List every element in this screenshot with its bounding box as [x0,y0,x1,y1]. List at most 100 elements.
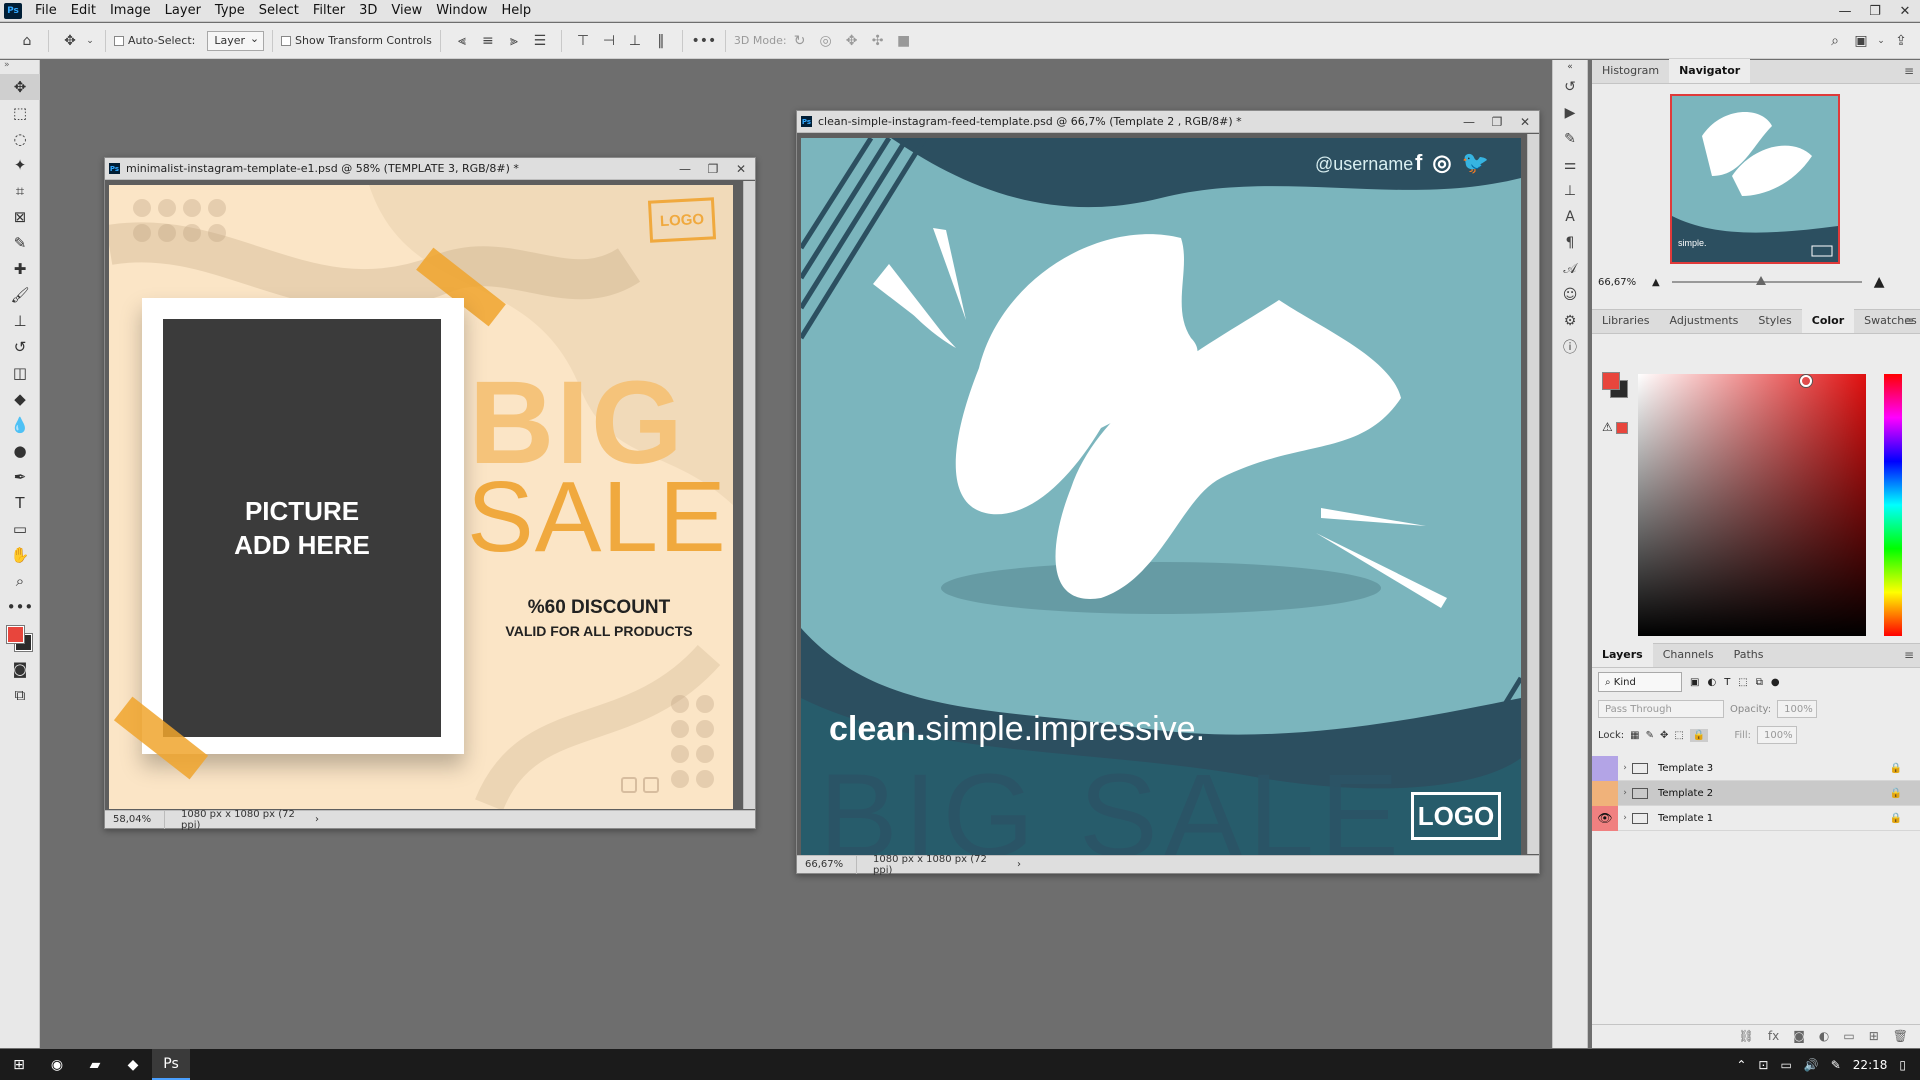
minimize-button[interactable]: — [1830,0,1860,22]
chevron-right-icon[interactable]: › [315,814,319,825]
close-button[interactable]: ✕ [1890,0,1920,22]
align-left-icon[interactable]: ⫷ [451,30,473,52]
photoshop-taskbar-icon[interactable]: Ps [152,1049,190,1080]
properties-icon[interactable]: ⚙ [1553,308,1587,334]
menu-select[interactable]: Select [252,0,306,22]
adjustment-layer-icon[interactable]: ◐ [1819,1029,1829,1043]
screen-mode-icon[interactable]: ⧉ [0,682,40,708]
lock-artboard-icon[interactable]: ⬚ [1674,730,1683,741]
eraser-tool[interactable]: ◫ [0,360,40,386]
chevron-down-icon[interactable]: ⌄ [85,30,95,52]
adjust-icon[interactable]: ⚌ [1553,152,1587,178]
3d-camera-icon[interactable]: ■ [893,30,915,52]
3d-pan-icon[interactable]: ✥ [841,30,863,52]
pen-tool[interactable]: ✒ [0,464,40,490]
menu-view[interactable]: View [384,0,429,22]
move-tool-icon[interactable]: ✥ [59,30,81,52]
filter-kind-dropdown[interactable]: ⌕ Kind [1598,672,1682,692]
fill-field[interactable]: 100% [1757,726,1798,744]
character-icon[interactable]: A [1553,204,1587,230]
align-right-icon[interactable]: ⫸ [503,30,525,52]
tab-layers[interactable]: Layers [1592,643,1653,667]
maximize-button[interactable]: ❐ [699,162,727,176]
filter-pixel-icon[interactable]: ▣ [1690,677,1699,688]
zoom-out-icon[interactable]: ▲ [1652,277,1660,288]
align-top-icon[interactable]: ⊤ [572,30,594,52]
chrome-icon[interactable]: ◉ [38,1049,76,1080]
rectangle-tool[interactable]: ▭ [0,516,40,542]
align-bottom-icon[interactable]: ⊥ [624,30,646,52]
canvas[interactable]: @username f ◎ 🐦 clean.simple.impressive.… [801,138,1521,858]
new-group-icon[interactable]: ▭ [1843,1029,1854,1043]
magic-wand-tool[interactable]: ✦ [0,152,40,178]
glyphs-icon[interactable]: 𝒜 [1553,256,1587,282]
chevron-right-icon[interactable]: › [1618,788,1632,798]
color-field[interactable] [1638,374,1866,636]
blur-tool[interactable]: 💧 [0,412,40,438]
layer-row-template-1[interactable]: 👁 › Template 1 🔒 [1592,805,1920,831]
more-options-icon[interactable]: ••• [692,30,717,52]
align-middle-icon[interactable]: ⊣ [598,30,620,52]
document-titlebar[interactable]: Ps clean-simple-instagram-feed-template.… [797,111,1539,133]
blend-mode-dropdown[interactable]: Pass Through [1598,700,1724,718]
menu-help[interactable]: Help [495,0,539,22]
maximize-button[interactable]: ❐ [1483,115,1511,129]
history-icon[interactable]: ↺ [1553,74,1587,100]
foreground-color-swatch[interactable] [1602,372,1620,390]
file-explorer-icon[interactable]: ▰ [76,1049,114,1080]
battery-icon[interactable]: ▭ [1780,1058,1791,1072]
hand-tool[interactable]: ✋ [0,542,40,568]
collapse-icon[interactable]: « [1553,60,1587,74]
quick-mask-icon[interactable]: ◙ [0,656,40,682]
distribute-vertical-icon[interactable]: ‖ [650,30,672,52]
menu-layer[interactable]: Layer [158,0,208,22]
windows-start-icon[interactable]: ⊞ [0,1049,38,1080]
align-center-icon[interactable]: ≡ [477,30,499,52]
share-icon[interactable]: ⇪ [1890,30,1912,52]
visibility-toggle[interactable] [1592,780,1618,806]
link-layers-icon[interactable]: ⛓ [1739,1029,1754,1043]
healing-brush-tool[interactable]: ✚ [0,256,40,282]
filter-shape-icon[interactable]: ⬚ [1738,677,1747,688]
3d-orbit-icon[interactable]: ↻ [789,30,811,52]
photoshop-logo[interactable]: Ps [4,2,22,19]
zoom-tool[interactable]: ⌕ [0,568,40,594]
fx-icon[interactable]: fx [1768,1029,1779,1043]
color-swatches[interactable] [0,620,39,656]
minimize-button[interactable]: — [671,162,699,176]
lock-transparent-icon[interactable]: ▦ [1630,730,1639,741]
tab-histogram[interactable]: Histogram [1592,59,1669,83]
panel-menu-icon[interactable]: ≡ [1904,648,1914,662]
layer-row-template-3[interactable]: › Template 3 🔒 [1592,755,1920,781]
eye-icon[interactable]: 👁 [1592,805,1618,831]
eyedropper-tool[interactable]: ✎ [0,230,40,256]
document-titlebar[interactable]: Ps minimalist-instagram-template-e1.psd … [105,158,755,180]
menu-file[interactable]: File [28,0,64,22]
move-tool[interactable]: ✥ [0,74,40,100]
show-transform-checkbox[interactable] [281,35,292,46]
vertical-scrollbar[interactable] [743,181,755,809]
filter-adjustment-icon[interactable]: ◐ [1707,677,1716,688]
auto-select-checkbox[interactable] [114,35,124,46]
tray-expand-icon[interactable]: ⌃ [1736,1058,1746,1072]
type-tool[interactable]: T [0,490,40,516]
menu-edit[interactable]: Edit [64,0,103,22]
collapse-icon[interactable]: » [0,60,39,74]
search-icon[interactable]: ⌕ [1824,30,1846,52]
lock-position-icon[interactable]: ✥ [1660,730,1668,741]
filter-toggle-icon[interactable]: ● [1771,677,1780,688]
chevron-right-icon[interactable]: › [1017,859,1021,870]
color-picker-handle[interactable] [1800,375,1812,387]
actions-play-icon[interactable]: ▶ [1553,100,1587,126]
brush-tool[interactable]: 🖌 [0,282,40,308]
document-window-2[interactable]: Ps clean-simple-instagram-feed-template.… [796,110,1540,876]
zoom-slider[interactable] [1671,276,1862,285]
volume-icon[interactable]: 🔊 [1804,1058,1819,1072]
zoom-level[interactable]: 58,04% [105,810,165,829]
zoom-slider-handle[interactable] [1755,276,1766,285]
menu-filter[interactable]: Filter [306,0,352,22]
zoom-level[interactable]: 66,67% [797,855,857,874]
distribute-icon[interactable]: ☰ [529,30,551,52]
tab-paths[interactable]: Paths [1724,643,1774,667]
clone-source-icon[interactable]: ⊥ [1553,178,1587,204]
